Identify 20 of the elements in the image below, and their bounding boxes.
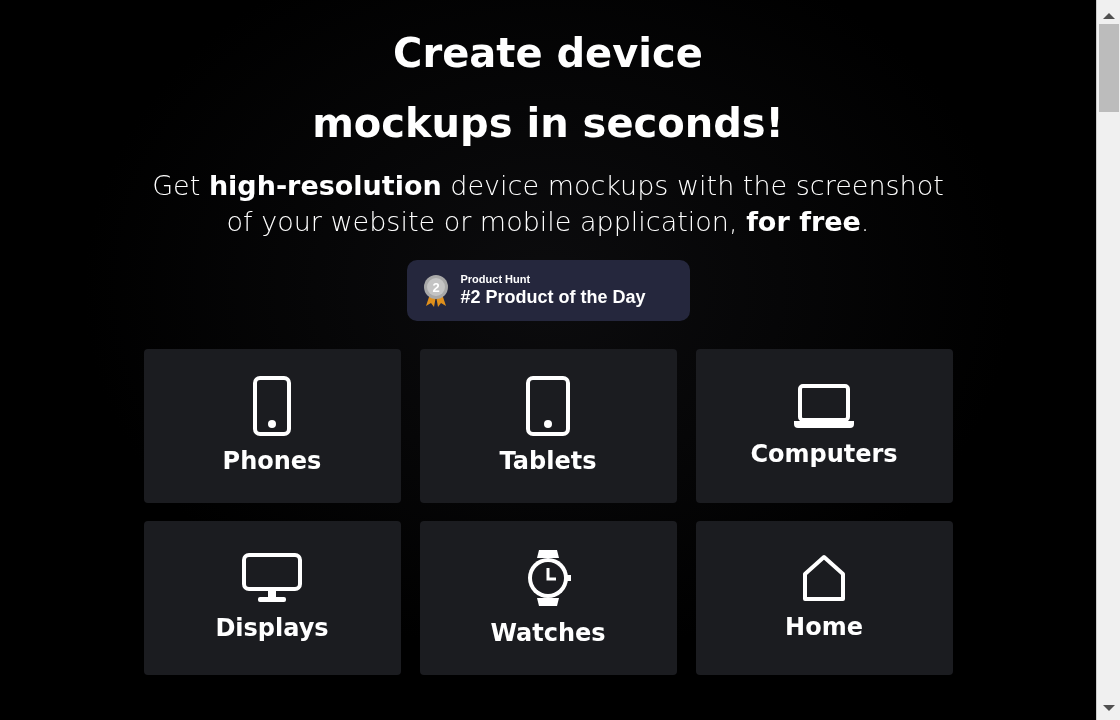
scroll-up-icon[interactable] [1102, 12, 1115, 20]
category-card[interactable]: Displays [143, 521, 401, 675]
category-card[interactable]: Tablets [419, 349, 677, 503]
monitor-icon [242, 553, 302, 603]
tablet-icon [525, 376, 571, 436]
category-card[interactable]: Home [695, 521, 953, 675]
page-title: Create device mockups in seconds! [311, 29, 785, 148]
category-card[interactable]: Computers [695, 349, 953, 503]
award-source: Product Hunt [460, 273, 532, 286]
phone-icon [252, 376, 292, 436]
subtitle-text: Get high-resolution device mockups with the screenshot of your website or mobile application, for free. [151, 169, 945, 239]
scroll-down-icon[interactable] [1102, 704, 1115, 712]
laptop-icon [794, 383, 854, 429]
house-icon [800, 554, 848, 602]
award-title: #2 Product of the Day [460, 286, 646, 308]
award-badge[interactable]: 2 Product Hunt #2 Product of the Day [406, 260, 690, 321]
scrollbar[interactable] [1096, 0, 1120, 720]
category-card[interactable]: Watches [419, 521, 677, 675]
scrollbar-thumb[interactable] [1098, 24, 1119, 112]
category-card[interactable]: Phones [143, 349, 401, 503]
